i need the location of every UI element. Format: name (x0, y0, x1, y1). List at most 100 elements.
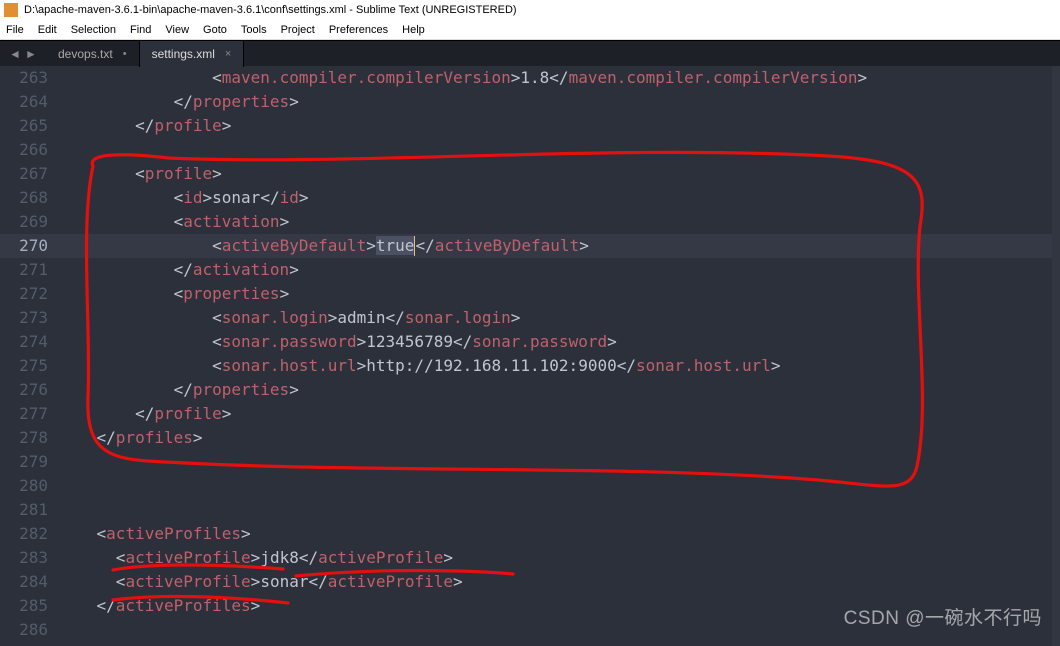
code-line[interactable]: </profiles> (58, 426, 1052, 450)
xml-text: 123456789 (366, 332, 453, 351)
xml-tag-name: id (280, 188, 299, 207)
xml-punct: < (174, 212, 184, 231)
code-line[interactable] (58, 498, 1052, 522)
xml-punct: </ (386, 308, 405, 327)
xml-punct: < (135, 164, 145, 183)
code-line[interactable] (58, 138, 1052, 162)
line-number: 286 (0, 618, 48, 642)
line-number: 279 (0, 450, 48, 474)
line-number: 272 (0, 282, 48, 306)
xml-punct: </ (617, 356, 636, 375)
code-line[interactable]: <activation> (58, 210, 1052, 234)
menu-preferences[interactable]: Preferences (329, 24, 388, 36)
app-icon (4, 3, 18, 17)
xml-punct: < (212, 236, 222, 255)
tab-nav-next-icon[interactable]: ► (24, 47, 38, 61)
xml-punct: > (289, 380, 299, 399)
code-line[interactable]: <properties> (58, 282, 1052, 306)
code-line[interactable]: <id>sonar</id> (58, 186, 1052, 210)
xml-punct: > (241, 524, 251, 543)
xml-tag-name: activeProfile (318, 548, 443, 567)
line-number: 269 (0, 210, 48, 234)
line-number: 273 (0, 306, 48, 330)
xml-punct: < (116, 548, 126, 567)
tab-nav: ◄ ► (0, 47, 46, 61)
menu-selection[interactable]: Selection (71, 24, 116, 36)
menu-help[interactable]: Help (402, 24, 425, 36)
xml-punct: > (858, 68, 868, 87)
xml-punct: > (511, 308, 521, 327)
code-line[interactable]: <sonar.login>admin</sonar.login> (58, 306, 1052, 330)
window-title: D:\apache-maven-3.6.1-bin\apache-maven-3… (24, 4, 517, 16)
code-line[interactable]: <activeProfiles> (58, 522, 1052, 546)
xml-tag-name: sonar.host.url (222, 356, 357, 375)
code-line[interactable]: </properties> (58, 378, 1052, 402)
line-number: 274 (0, 330, 48, 354)
code-line[interactable] (58, 474, 1052, 498)
tab-settings-xml[interactable]: settings.xml × (140, 41, 245, 67)
code-line[interactable]: </activeProfiles> (58, 594, 1052, 618)
xml-punct: > (328, 308, 338, 327)
menu-view[interactable]: View (165, 24, 189, 36)
xml-tag-name: activeByDefault (222, 236, 367, 255)
code-line[interactable]: </profile> (58, 114, 1052, 138)
editor[interactable]: 2632642652662672682692702712722732742752… (0, 66, 1060, 646)
xml-tag-name: properties (193, 380, 289, 399)
tab-nav-prev-icon[interactable]: ◄ (8, 47, 22, 61)
selection: true (376, 236, 415, 255)
line-number: 271 (0, 258, 48, 282)
code-area[interactable]: <maven.compiler.compilerVersion>1.8</mav… (58, 66, 1052, 646)
xml-punct: > (366, 236, 376, 255)
xml-punct: < (212, 68, 222, 87)
tab-close-icon[interactable]: × (225, 48, 231, 60)
menu-goto[interactable]: Goto (203, 24, 227, 36)
code-line[interactable]: <profile> (58, 162, 1052, 186)
code-line[interactable]: </activation> (58, 258, 1052, 282)
code-line[interactable]: </profile> (58, 402, 1052, 426)
code-line[interactable]: </properties> (58, 90, 1052, 114)
line-number: 263 (0, 66, 48, 90)
xml-punct: > (280, 284, 290, 303)
xml-tag-name: id (183, 188, 202, 207)
line-number: 264 (0, 90, 48, 114)
menu-project[interactable]: Project (281, 24, 315, 36)
xml-tag-name: activeProfiles (116, 596, 251, 615)
xml-tag-name: activeProfile (125, 548, 250, 567)
xml-text: admin (337, 308, 385, 327)
xml-tag-name: properties (193, 92, 289, 111)
xml-tag-name: sonar.password (222, 332, 357, 351)
xml-punct: </ (260, 188, 279, 207)
xml-punct: > (193, 428, 203, 447)
xml-punct: < (116, 572, 126, 591)
minimap[interactable] (1052, 66, 1060, 646)
code-line[interactable]: <sonar.password>123456789</sonar.passwor… (58, 330, 1052, 354)
xml-text: sonar (212, 188, 260, 207)
code-line[interactable]: <activeProfile>jdk8</activeProfile> (58, 546, 1052, 570)
xml-tag-name: activeProfile (125, 572, 250, 591)
xml-punct: > (511, 68, 521, 87)
xml-punct: < (212, 308, 222, 327)
menu-edit[interactable]: Edit (38, 24, 57, 36)
xml-tag-name: activeProfiles (106, 524, 241, 543)
menu-find[interactable]: Find (130, 24, 151, 36)
tab-devops[interactable]: devops.txt • (46, 41, 140, 67)
xml-punct: > (222, 116, 232, 135)
line-number: 265 (0, 114, 48, 138)
menu-tools[interactable]: Tools (241, 24, 267, 36)
xml-punct: </ (453, 332, 472, 351)
code-line[interactable]: <activeByDefault>true</activeByDefault> (58, 234, 1052, 258)
xml-tag-name: sonar.login (222, 308, 328, 327)
xml-tag-name: sonar.host.url (636, 356, 771, 375)
code-line[interactable] (58, 618, 1052, 642)
xml-tag-name: maven.compiler.compilerVersion (569, 68, 858, 87)
menu-file[interactable]: File (6, 24, 24, 36)
code-line[interactable]: <activeProfile>sonar</activeProfile> (58, 570, 1052, 594)
line-number: 284 (0, 570, 48, 594)
code-line[interactable] (58, 450, 1052, 474)
xml-punct: > (251, 572, 261, 591)
code-line[interactable]: <maven.compiler.compilerVersion>1.8</mav… (58, 66, 1052, 90)
xml-tag-name: sonar.password (472, 332, 607, 351)
xml-tag-name: activation (183, 212, 279, 231)
xml-punct: </ (299, 548, 318, 567)
code-line[interactable]: <sonar.host.url>http://192.168.11.102:90… (58, 354, 1052, 378)
